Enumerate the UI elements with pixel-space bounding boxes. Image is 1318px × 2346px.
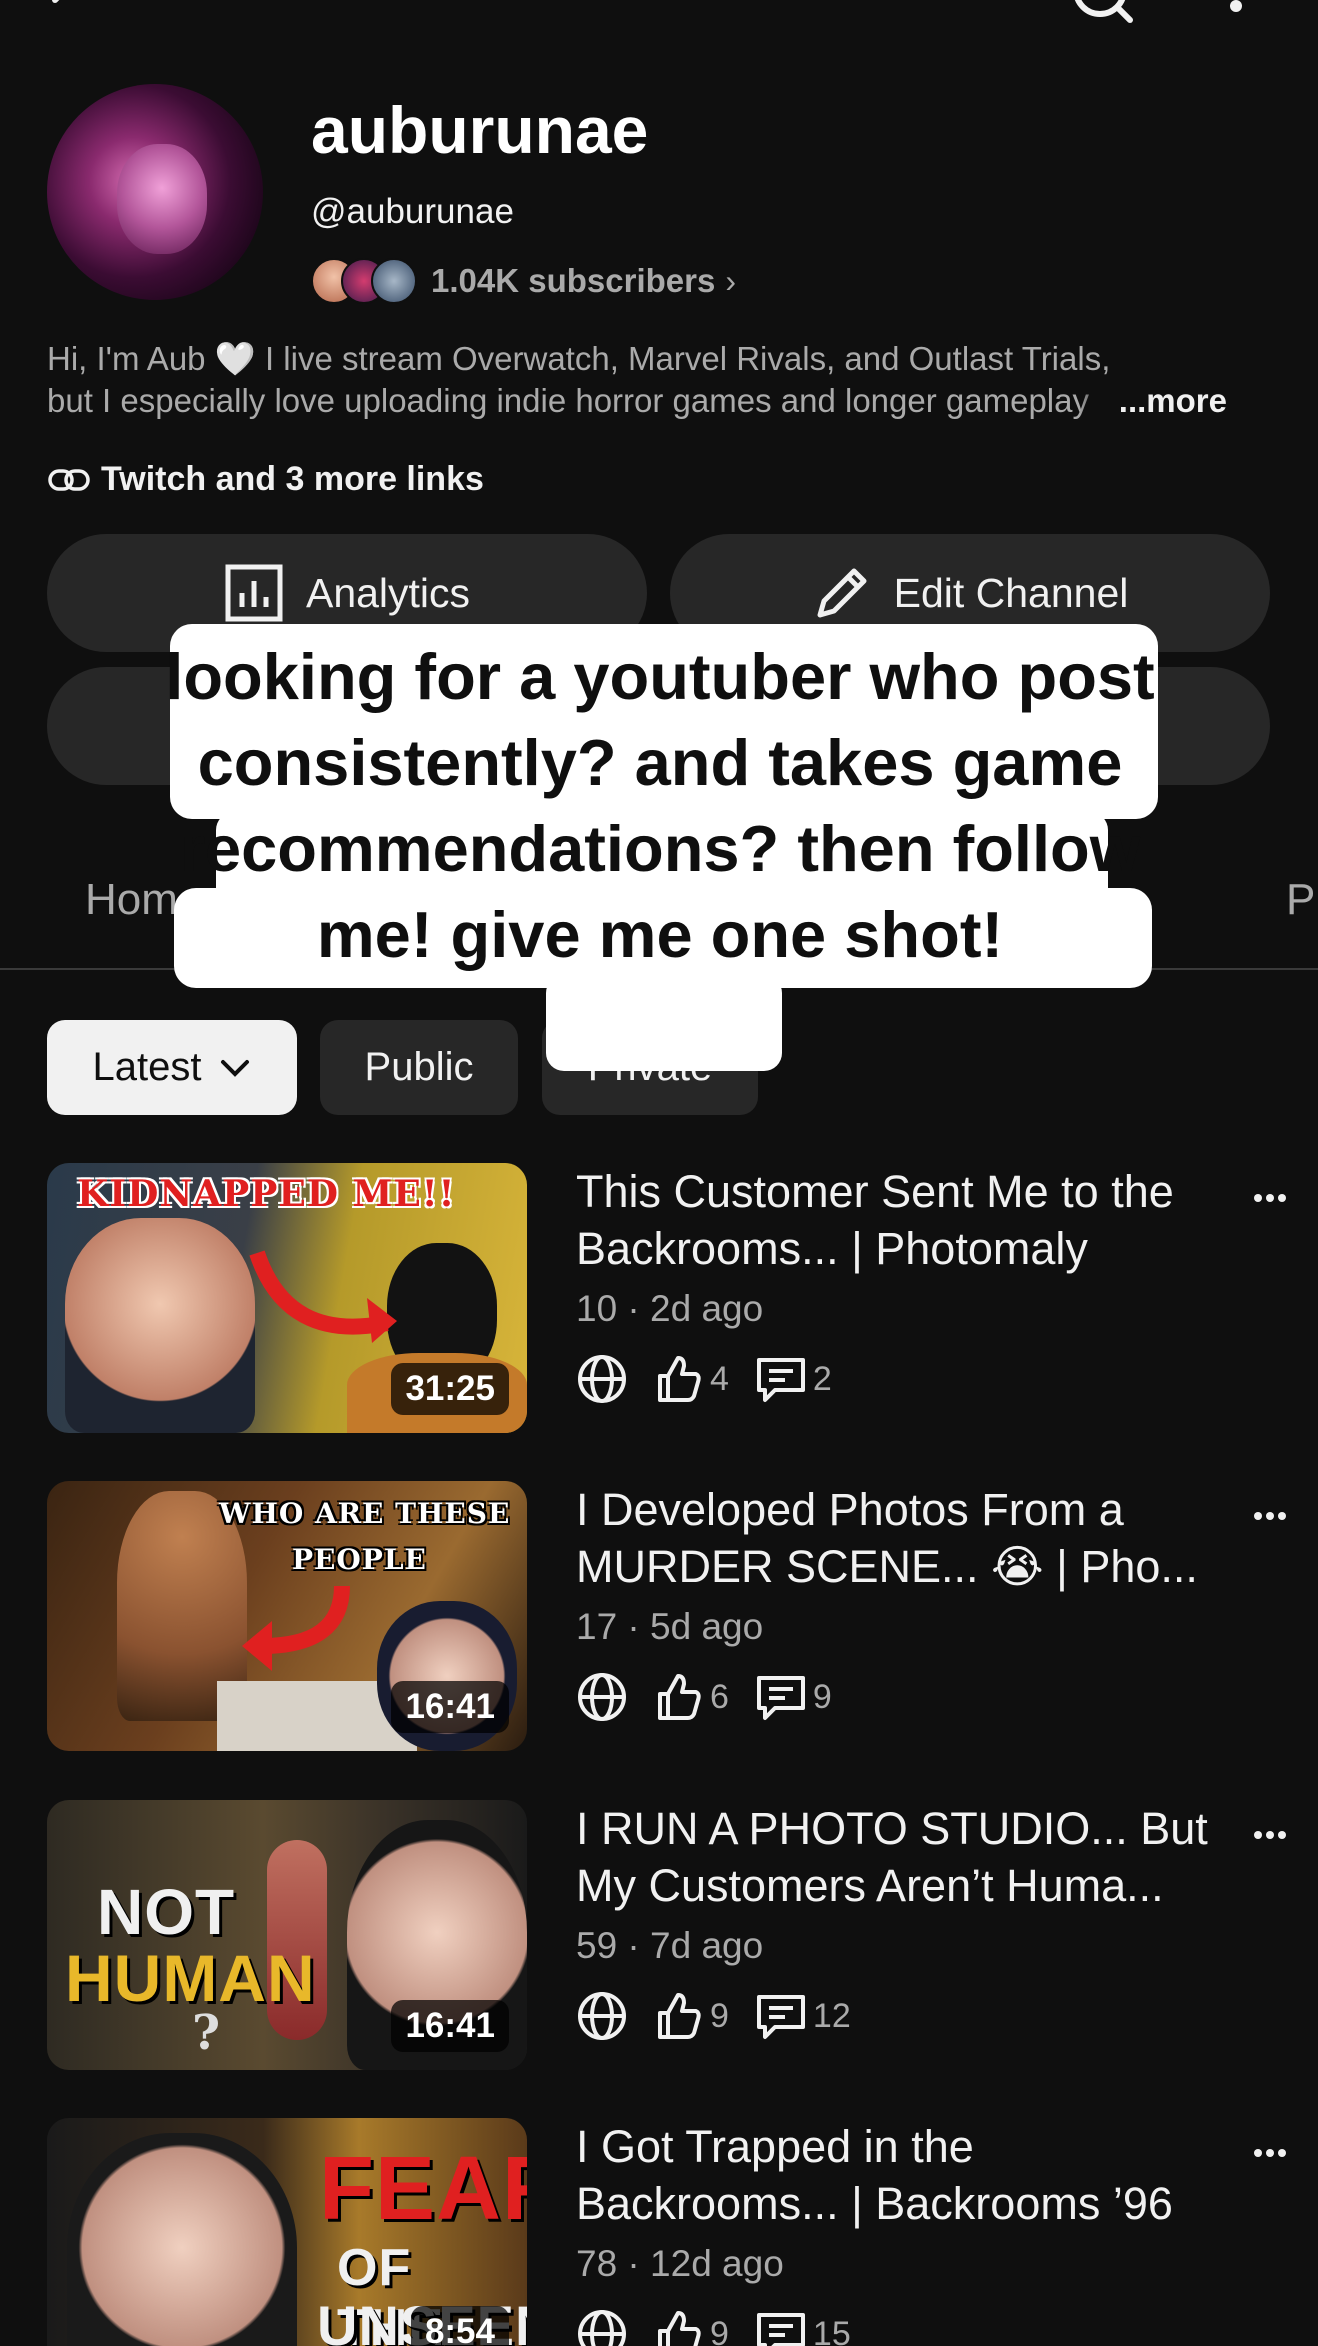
like-icon [658,1674,701,1720]
like-count: 4 [710,1359,729,1398]
arrow-graphic [249,1250,397,1343]
search-icon[interactable] [1070,0,1134,24]
comment-icon [756,1676,805,1720]
subscriber-avatar [371,258,417,304]
comment-count: 12 [812,1996,851,2035]
globe-icon [578,2310,626,2346]
channel-name: auburunae [311,93,649,167]
channel-avatar[interactable] [47,84,263,300]
more-vert-icon[interactable] [1250,1178,1290,1218]
thumbnail-text: KIDNAPPED ME!! [77,1173,456,1215]
video-meta: 59 · 7d ago [576,1925,764,1966]
edit-channel-label: Edit Channel [893,569,1129,616]
video-stats: 9 12 [576,1990,851,2042]
video-stats: 4 2 [576,1353,832,1405]
chevron-down-icon [221,1059,250,1077]
video-title[interactable]: I Got Trapped in the Backrooms... | Back… [576,2118,1236,2232]
like-icon [658,1356,701,1402]
like-icon [658,1993,701,2039]
description-text: but I especially love uploading indie ho… [47,382,1089,419]
channel-page: auburunae @auburunae 1.04K subscribers ›… [0,0,1318,2346]
more-vert-icon[interactable] [1250,1815,1290,1855]
chevron-right-icon: › [725,262,736,299]
link-icon [48,468,90,491]
video-thumbnail[interactable]: WHO ARE THESE PEOPLE 16:41 [47,1481,527,1751]
video-duration: 16:41 [391,2000,509,2052]
comment-icon [756,1995,805,2039]
video-meta: 17 · 5d ago [576,1606,764,1647]
video-item[interactable]: NOT HUMAN ? 16:41 I RUN A PHOTO STUDIO..… [0,1800,1318,2070]
more-link[interactable]: ...more [1078,380,1227,422]
like-count: 9 [710,1996,729,2035]
thumbnail-text: NOT [97,1876,236,1948]
video-item[interactable]: FEAR OF THE UNSEEN 8:54 I Got Trapped in… [0,2118,1318,2346]
video-title[interactable]: I RUN A PHOTO STUDIO... But My Customers… [576,1800,1236,1914]
video-title[interactable]: This Customer Sent Me to the Backrooms..… [576,1163,1236,1277]
video-thumbnail[interactable]: KIDNAPPED ME!! 31:25 [47,1163,527,1433]
like-icon [658,2311,701,2346]
thumbnail-text: WHO ARE THESE [219,1497,511,1530]
thumbnail-text: ? [192,2005,222,2061]
links-label: Twitch and 3 more links [101,460,484,498]
video-item[interactable]: KIDNAPPED ME!! 31:25 This Customer Sent … [0,1163,1318,1433]
sort-label: Latest [92,1045,202,1089]
globe-icon [578,1992,626,2040]
caption-background [546,975,782,1071]
video-stats: 9 15 [576,2308,851,2346]
overlay-caption: looking for a youtuber who post consiste… [165,640,1155,971]
comment-icon [756,2313,805,2346]
video-meta: 10 · 2d ago [576,1288,764,1329]
thumbnail-text: FEAR [319,2139,527,2239]
arrow-graphic [242,1585,350,1671]
channel-description[interactable]: Hi, I'm Aub 🤍 I live stream Overwatch, M… [47,338,1287,422]
channel-handle: @auburunae [311,192,514,231]
back-arrow-icon[interactable] [40,0,100,30]
analytics-icon [225,564,283,622]
filter-public-chip[interactable]: Public [320,1020,518,1115]
more-vert-icon[interactable] [1250,2133,1290,2173]
video-thumbnail[interactable]: NOT HUMAN ? 16:41 [47,1800,527,2070]
channel-links[interactable]: Twitch and 3 more links [47,460,484,499]
video-meta: 78 · 12d ago [576,2243,784,2284]
comment-count: 2 [812,1359,832,1398]
analytics-label: Analytics [305,569,471,616]
video-duration: 31:25 [391,1363,509,1415]
video-item[interactable]: WHO ARE THESE PEOPLE 16:41 I Developed P… [0,1481,1318,1751]
comment-count: 15 [812,2314,851,2346]
video-duration: 8:54 [410,2306,509,2346]
comment-icon [756,1358,805,1402]
subscriber-count: 1.04K subscribers [431,262,716,299]
sort-latest-chip[interactable]: Latest [47,1020,297,1115]
like-count: 6 [710,1677,729,1716]
video-stats: 6 9 [576,1671,832,1723]
avatar-face [117,144,207,254]
video-thumbnail[interactable]: FEAR OF THE UNSEEN 8:54 [47,2118,527,2346]
more-options-icon[interactable] [1216,0,1256,20]
subscribers-row[interactable]: 1.04K subscribers › [311,255,736,307]
top-app-bar [0,0,1318,40]
globe-icon [578,1673,626,1721]
video-title[interactable]: I Developed Photos From a MURDER SCENE..… [576,1481,1236,1595]
tab-partial[interactable]: P [1286,875,1315,925]
comment-count: 9 [812,1677,832,1716]
like-count: 9 [710,2314,729,2346]
description-line: but I especially love uploading indie ho… [47,380,1287,422]
video-duration: 16:41 [391,1681,509,1733]
thumbnail-text: PEOPLE [292,1543,427,1576]
description-line: Hi, I'm Aub 🤍 I live stream Overwatch, M… [47,340,1111,377]
thumbnail-text: HUMAN [65,1941,316,2015]
pencil-icon [817,568,867,618]
globe-icon [578,1355,626,1403]
more-vert-icon[interactable] [1250,1496,1290,1536]
